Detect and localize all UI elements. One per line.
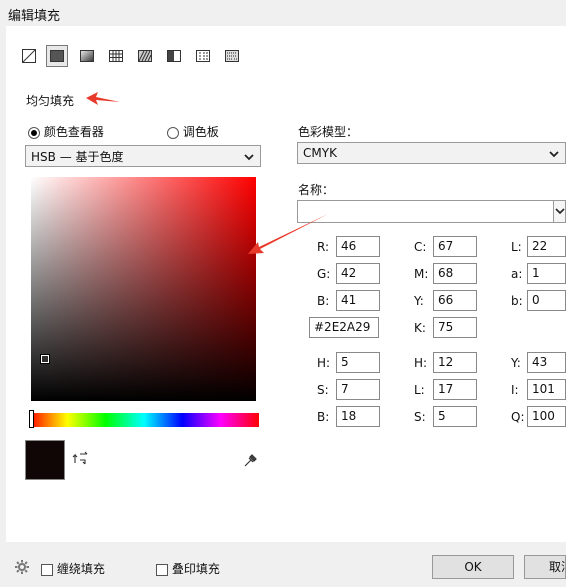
ok-button[interactable]: OK (432, 555, 514, 579)
dialog-title: 编辑填充 (8, 9, 61, 24)
annotation-arrow (86, 92, 120, 105)
swap-colors-icon[interactable] (72, 451, 90, 465)
texture-fill-icon (196, 50, 210, 62)
two-color-pattern-icon (167, 50, 181, 62)
viewer-type-dropdown[interactable]: HSB — 基于色度 (25, 145, 261, 167)
hsb-h-input[interactable]: 5 (336, 352, 380, 373)
section-title: 均匀填充 (26, 94, 75, 108)
l-label: L: (511, 240, 522, 254)
bitmap-pattern-fill-button[interactable] (134, 45, 156, 67)
chevron-down-icon (244, 154, 254, 161)
g-input[interactable]: 42 (336, 263, 380, 284)
name-dropdown-button[interactable] (554, 200, 566, 223)
checkbox-unchecked-icon (156, 563, 168, 576)
hue-slider[interactable] (29, 410, 259, 428)
k-label: K: (414, 321, 426, 335)
color-model-dropdown[interactable]: CMYK (297, 142, 566, 164)
radio-unchecked-icon (167, 126, 179, 139)
palette-label: 调色板 (182, 125, 219, 139)
gear-icon[interactable] (14, 559, 30, 575)
grid-pattern-icon (109, 50, 123, 62)
yiq-i-input[interactable]: 101 (527, 379, 566, 400)
two-color-pattern-fill-button[interactable] (163, 45, 185, 67)
cancel-button[interactable]: 取消 (524, 555, 566, 579)
r-label: R: (317, 240, 330, 254)
m-input[interactable]: 68 (433, 263, 477, 284)
yiq-q-input[interactable]: 100 (527, 406, 566, 427)
hsb-s-input[interactable]: 7 (336, 379, 380, 400)
radio-checked-icon (28, 126, 40, 139)
yiq-i-label: I: (511, 383, 519, 397)
hsb-b-input[interactable]: 18 (336, 406, 380, 427)
lab-b-input[interactable]: 0 (527, 290, 566, 311)
y-input[interactable]: 66 (433, 290, 477, 311)
hsb-b-label: B: (317, 410, 330, 424)
c-input[interactable]: 67 (433, 236, 477, 257)
uniform-fill-icon (50, 50, 64, 62)
wrap-fill-label: 缠绕填充 (56, 562, 105, 576)
eyedropper-icon[interactable] (242, 452, 258, 468)
g-label: G: (317, 267, 331, 281)
postscript-fill-button[interactable] (221, 45, 243, 67)
fountain-fill-button[interactable] (76, 45, 98, 67)
color-viewer-radio[interactable]: 颜色查看器 (28, 123, 104, 140)
no-fill-icon (22, 49, 36, 63)
r-input[interactable]: 46 (336, 236, 380, 257)
no-fill-button[interactable] (18, 45, 40, 67)
a-label: a: (511, 267, 523, 281)
hls-l-label: L: (414, 383, 425, 397)
a-input[interactable]: 1 (527, 263, 566, 284)
color-viewer-label: 颜色查看器 (43, 125, 104, 139)
chevron-down-icon (555, 208, 565, 215)
name-label: 名称： (298, 183, 335, 197)
texture-fill-button[interactable] (192, 45, 214, 67)
checkbox-unchecked-icon (41, 563, 53, 576)
color-picker-area[interactable] (31, 177, 256, 401)
yiq-y-input[interactable]: 43 (527, 352, 566, 373)
color-swatch (25, 440, 65, 480)
palette-radio[interactable]: 调色板 (167, 123, 219, 140)
hsb-s-label: S: (317, 383, 329, 397)
hls-h-label: H: (414, 356, 428, 370)
yiq-q-label: Q: (511, 410, 525, 424)
viewer-type-value: HSB — 基于色度 (31, 149, 124, 164)
hue-slider-handle[interactable] (29, 410, 34, 428)
m-label: M: (414, 267, 429, 281)
postscript-fill-icon (225, 50, 239, 62)
uniform-fill-button[interactable] (46, 45, 68, 67)
yiq-y-label: Y: (511, 356, 521, 370)
chevron-down-icon (549, 151, 559, 158)
hls-s-label: S: (414, 410, 426, 424)
hsb-h-label: H: (317, 356, 331, 370)
hls-l-input[interactable]: 17 (433, 379, 477, 400)
color-model-label: 色彩模型： (298, 125, 359, 139)
k-input[interactable]: 75 (433, 317, 477, 338)
hls-s-input[interactable]: 5 (433, 406, 477, 427)
hls-h-input[interactable]: 12 (433, 352, 477, 373)
l-input[interactable]: 22 (527, 236, 566, 257)
overprint-fill-checkbox[interactable]: 叠印填充 (156, 560, 220, 577)
overprint-fill-label: 叠印填充 (171, 562, 220, 576)
name-input[interactable] (297, 200, 554, 223)
b-input[interactable]: 41 (336, 290, 380, 311)
fountain-fill-icon (80, 50, 94, 62)
hex-input[interactable]: #2E2A29 (309, 317, 379, 338)
color-picker-cursor[interactable] (40, 354, 50, 364)
y-label: Y: (414, 294, 424, 308)
color-model-value: CMYK (303, 146, 337, 160)
vector-pattern-fill-button[interactable] (105, 45, 127, 67)
wrap-fill-checkbox[interactable]: 缠绕填充 (41, 560, 105, 577)
bitmap-pattern-icon (138, 50, 152, 62)
lab-b-label: b: (511, 294, 523, 308)
b-label: B: (317, 294, 330, 308)
c-label: C: (414, 240, 427, 254)
